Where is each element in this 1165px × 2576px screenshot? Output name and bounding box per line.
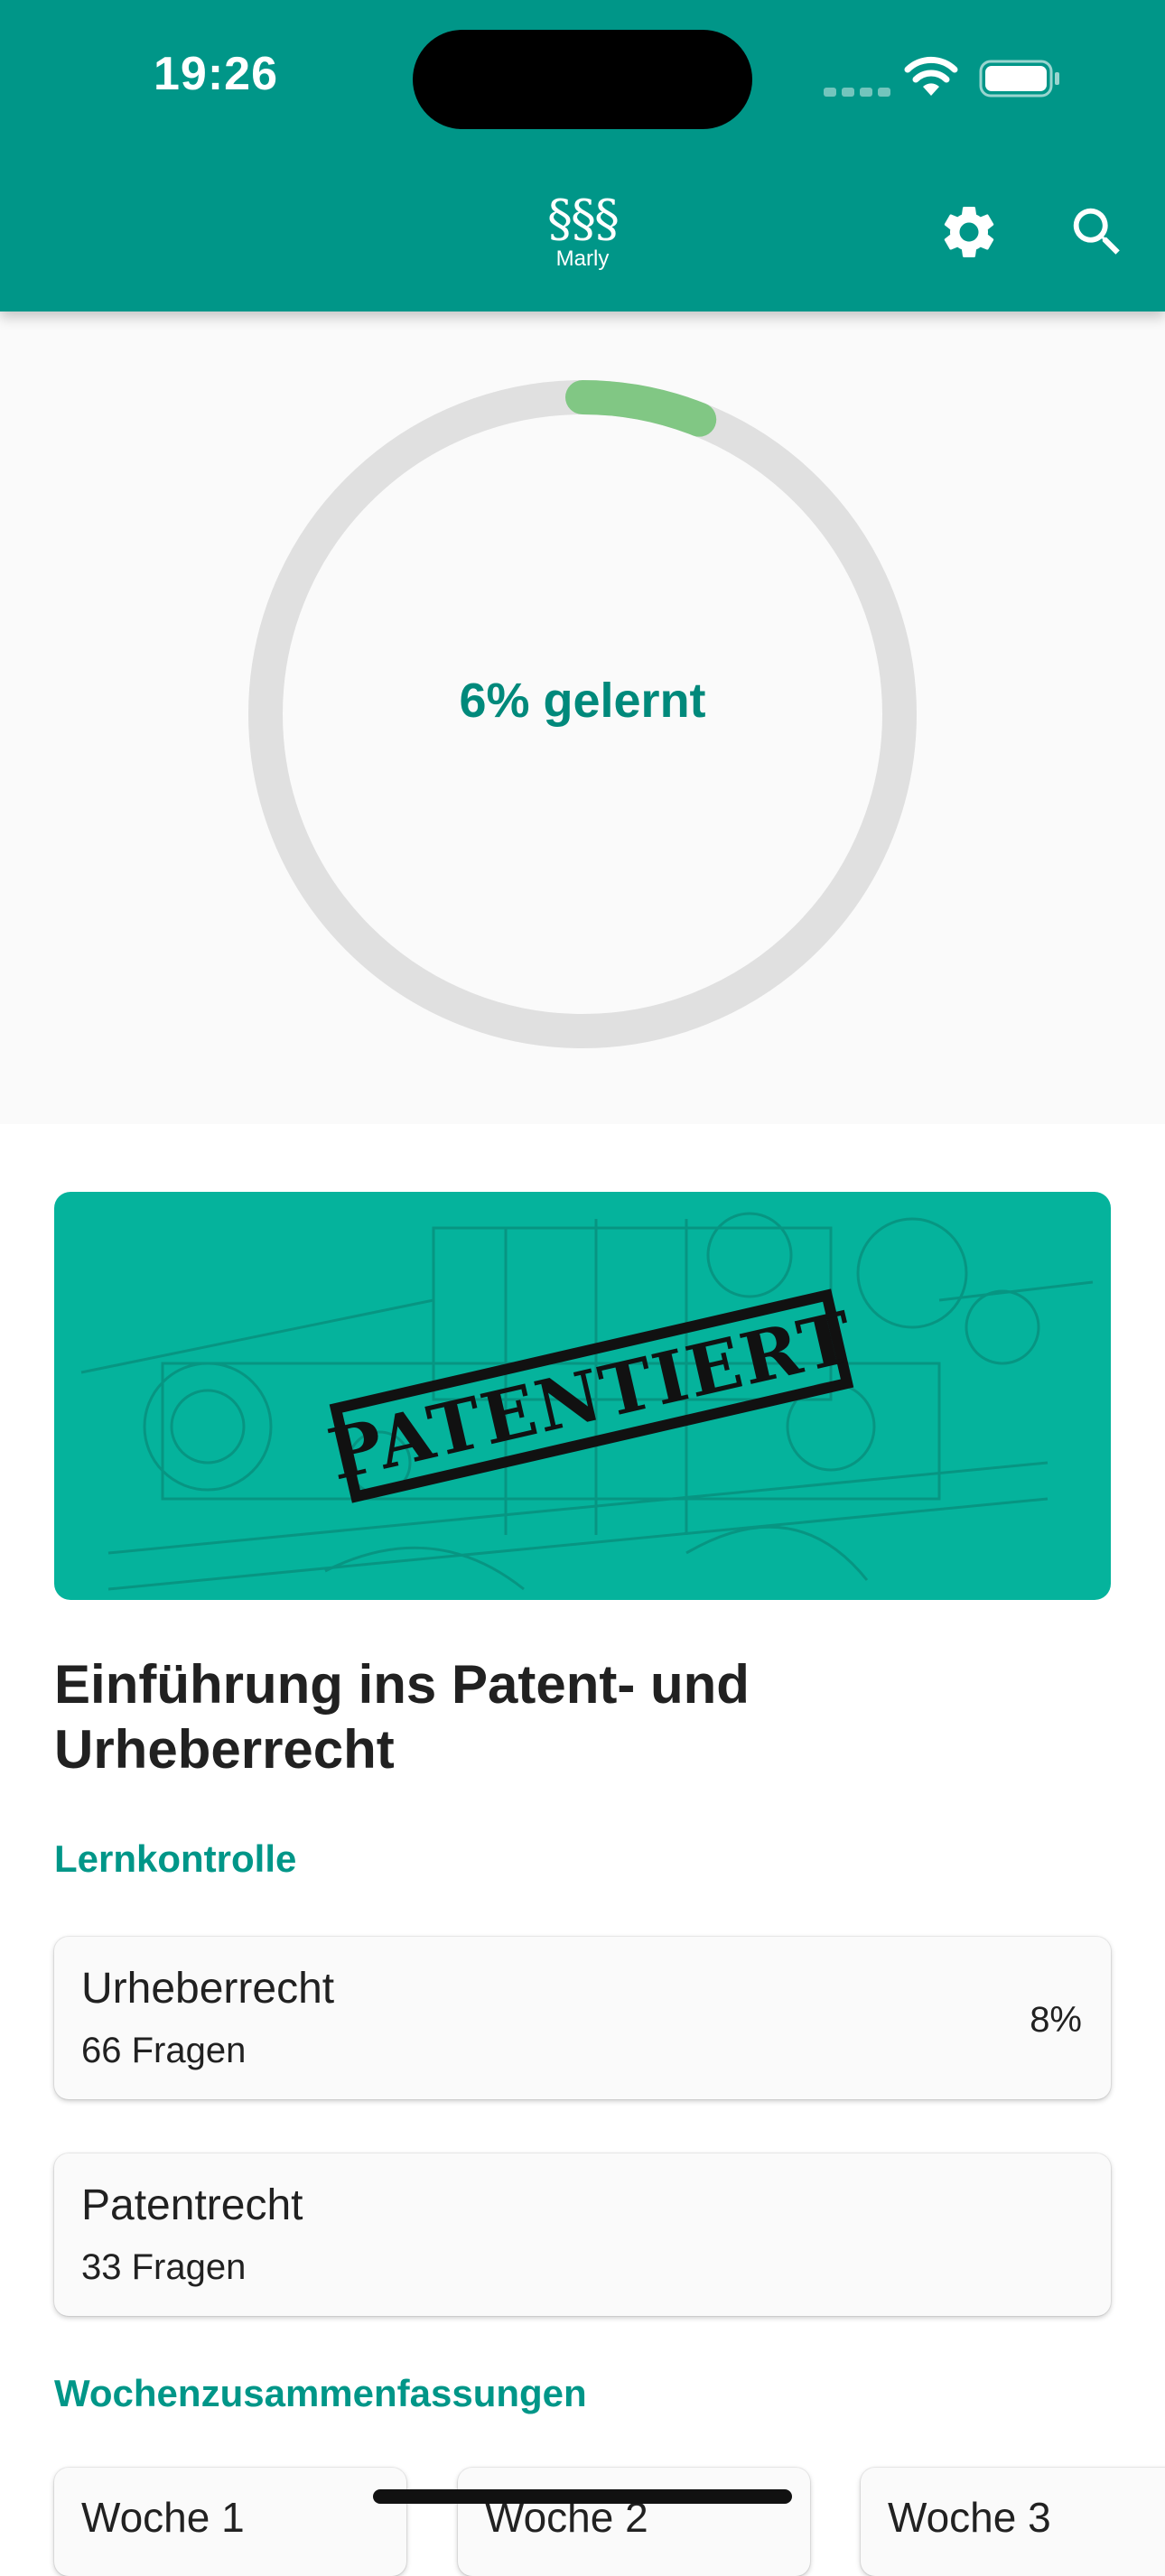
quiz-card-percent: 8%: [1030, 2000, 1082, 2040]
quiz-card-title: Urheberrecht: [81, 1965, 335, 2013]
home-indicator[interactable]: [373, 2489, 792, 2504]
gear-icon[interactable]: [937, 200, 1001, 264]
battery-icon: [979, 60, 1059, 98]
dynamic-island: [413, 30, 752, 129]
search-icon[interactable]: [1066, 200, 1129, 264]
logo-mark: §§§: [547, 190, 620, 248]
logo-name: Marly: [555, 246, 610, 271]
week-card-1[interactable]: Woche 1: [54, 2468, 406, 2576]
week-card-title: Woche 3: [888, 2494, 1051, 2541]
quiz-card-subtitle: 33 Fragen: [81, 2247, 247, 2287]
week-card-title: Woche 1: [81, 2494, 245, 2541]
progress-label: 6% gelernt: [459, 674, 706, 728]
app-logo: §§§ Marly: [492, 194, 673, 272]
app-bar: 19:26 §§§ Marly: [0, 0, 1165, 312]
lernkontrolle-heading: Lernkontrolle: [54, 1837, 297, 1880]
quiz-card-title: Patentrecht: [81, 2181, 303, 2229]
progress-section: 6% gelernt: [0, 312, 1165, 1124]
course-title: Einführung ins Patent- und Urheberrecht: [54, 1654, 750, 1780]
week-card-3[interactable]: Woche 3: [861, 2468, 1165, 2576]
course-banner[interactable]: PATENTIERT: [54, 1192, 1111, 1600]
wochen-heading: Wochenzusammenfassungen: [54, 2372, 587, 2414]
quiz-card-subtitle: 66 Fragen: [81, 2031, 247, 2070]
quiz-card-patentrecht[interactable]: Patentrecht 33 Fragen: [54, 2153, 1111, 2316]
quiz-card-urheberrecht[interactable]: Urheberrecht 66 Fragen 8%: [54, 1937, 1111, 2099]
status-time: 19:26: [154, 48, 278, 100]
cellular-signal-icon: [824, 85, 896, 101]
week-card-2[interactable]: Woche 2: [458, 2468, 810, 2576]
wifi-icon: [904, 56, 958, 96]
